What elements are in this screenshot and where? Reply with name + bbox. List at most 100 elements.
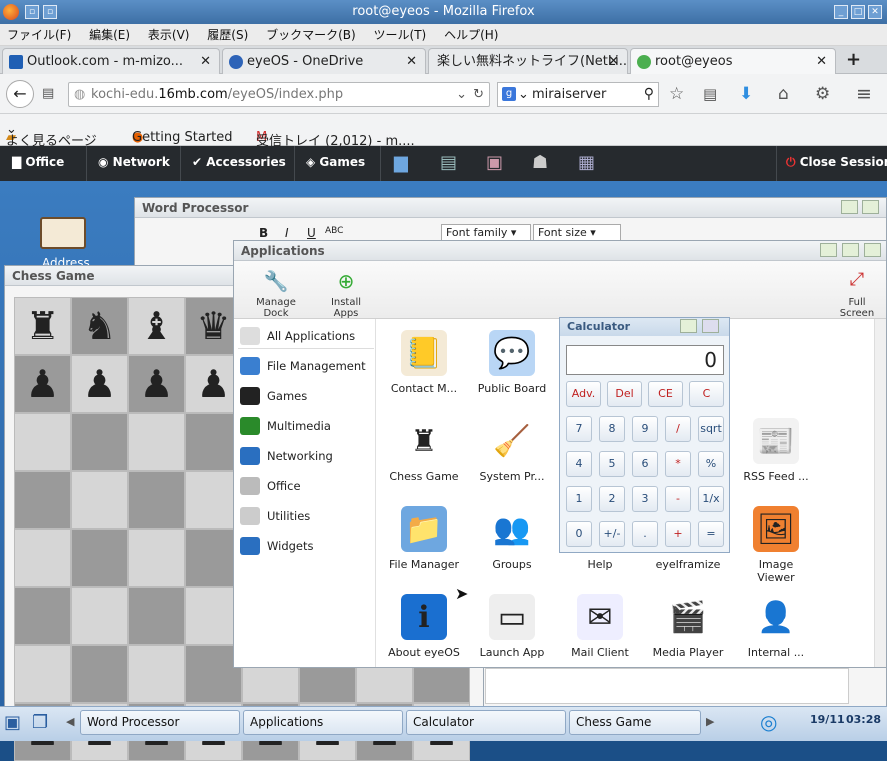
- tab-outlook[interactable]: Outlook.com - m-mizo... ✕: [2, 48, 220, 74]
- calc-key[interactable]: .: [632, 521, 658, 547]
- calc-key[interactable]: 4: [566, 451, 592, 477]
- category-utilities[interactable]: Utilities: [238, 503, 374, 529]
- minimize-button[interactable]: [680, 319, 697, 333]
- network-menu[interactable]: ◉ Network: [98, 146, 170, 181]
- chess-square[interactable]: ♝: [128, 297, 185, 355]
- calc-key[interactable]: 0: [566, 521, 592, 547]
- window-menu-icon[interactable]: ▫: [25, 5, 39, 19]
- close-button[interactable]: [864, 243, 881, 257]
- category-multimedia[interactable]: Multimedia: [238, 413, 374, 439]
- home-icon[interactable]: ⌂: [778, 84, 789, 104]
- minimize-button[interactable]: [841, 200, 858, 214]
- taskbar-item-calculator[interactable]: Calculator: [406, 710, 566, 735]
- chess-square[interactable]: [14, 413, 71, 471]
- chess-square[interactable]: [71, 413, 128, 471]
- app-file-manager[interactable]: 📁 File Manager: [380, 506, 468, 571]
- chess-square[interactable]: [14, 529, 71, 587]
- tab-netlife[interactable]: 楽しい無料ネットライフ(NetLi... ✕: [428, 48, 628, 74]
- menu-history[interactable]: 履歴(S): [200, 24, 255, 46]
- calc-key[interactable]: sqrt: [698, 416, 724, 442]
- search-icon[interactable]: ⚲: [644, 83, 654, 106]
- window-list-icon[interactable]: ❐: [32, 712, 48, 733]
- strike-button[interactable]: ABC: [325, 226, 343, 236]
- calc-key[interactable]: 5: [599, 451, 625, 477]
- app-internal[interactable]: 👤 Internal ...: [732, 594, 820, 659]
- minimize-button[interactable]: _: [834, 5, 848, 19]
- google-icon[interactable]: g: [502, 87, 516, 101]
- chess-square[interactable]: ♟: [14, 355, 71, 413]
- settings-panel-icon[interactable]: ▣: [486, 146, 503, 181]
- chess-square[interactable]: [14, 645, 71, 703]
- app-image-viewer[interactable]: 🖼 Image Viewer: [732, 506, 820, 584]
- users-icon[interactable]: ☗: [532, 146, 548, 181]
- maximize-button[interactable]: [842, 243, 859, 257]
- minimize-button[interactable]: [820, 243, 837, 257]
- calc-key[interactable]: CE: [648, 381, 683, 407]
- hamburger-menu-icon[interactable]: ≡: [856, 84, 872, 104]
- full-screen-button[interactable]: ⤢ Full Screen: [830, 269, 884, 319]
- app-groups[interactable]: 👥 Groups: [468, 506, 556, 571]
- menu-help[interactable]: ヘルプ(H): [437, 24, 505, 46]
- close-session-button[interactable]: ⏻ Close Session: [786, 146, 887, 181]
- category-all-applications[interactable]: All Applications: [238, 323, 374, 349]
- files-icon[interactable]: ▆: [394, 146, 408, 181]
- new-tab-icon[interactable]: +: [846, 49, 861, 70]
- calc-key[interactable]: +: [665, 521, 691, 547]
- underline-button[interactable]: U: [307, 226, 316, 240]
- calc-key[interactable]: %: [698, 451, 724, 477]
- window-shade-icon[interactable]: ▫: [43, 5, 57, 19]
- chess-square[interactable]: [128, 413, 185, 471]
- accessories-menu[interactable]: ✔ Accessories: [192, 146, 286, 181]
- calc-key[interactable]: 7: [566, 416, 592, 442]
- chess-square[interactable]: [71, 645, 128, 703]
- calc-key[interactable]: /: [665, 416, 691, 442]
- app-rss-feed[interactable]: 📰 RSS Feed ...: [732, 418, 820, 483]
- bookmark-frequent[interactable]: ▰ よく見るページ ⌄: [6, 122, 97, 149]
- calc-key[interactable]: 1/x: [698, 486, 724, 512]
- chess-square[interactable]: [71, 587, 128, 645]
- address-book-icon[interactable]: [40, 217, 86, 249]
- category-office[interactable]: Office: [238, 473, 374, 499]
- tab-close-icon[interactable]: ✕: [608, 49, 619, 74]
- scroll-left-icon[interactable]: ◀: [66, 715, 74, 728]
- calc-key[interactable]: 3: [632, 486, 658, 512]
- app-chess-game[interactable]: ♜ Chess Game: [380, 418, 468, 483]
- calc-key[interactable]: 6: [632, 451, 658, 477]
- app-about-eyeos[interactable]: ℹ About eyeOS: [380, 594, 468, 659]
- app-launch-app[interactable]: ▭ Launch App: [468, 594, 556, 659]
- menu-bookmarks[interactable]: ブックマーク(B): [259, 24, 363, 46]
- close-button[interactable]: ✕: [868, 5, 882, 19]
- search-engine-dropdown-icon[interactable]: ⌄: [518, 83, 529, 106]
- dropdown-icon[interactable]: ⌄: [456, 83, 467, 106]
- download-icon[interactable]: ⬇: [739, 84, 753, 104]
- bookmark-star-icon[interactable]: ☆: [669, 84, 684, 104]
- calc-key[interactable]: Adv.: [566, 381, 601, 407]
- chess-square[interactable]: [71, 471, 128, 529]
- tab-eyeos[interactable]: root@eyeos ✕: [630, 48, 836, 74]
- back-button[interactable]: ←: [6, 80, 34, 108]
- applications-titlebar[interactable]: Applications: [234, 241, 886, 261]
- category-games[interactable]: Games: [238, 383, 374, 409]
- chess-square[interactable]: [71, 529, 128, 587]
- tab-close-icon[interactable]: ✕: [406, 49, 417, 74]
- calc-key[interactable]: 1: [566, 486, 592, 512]
- calc-key[interactable]: 8: [599, 416, 625, 442]
- word-processor-titlebar[interactable]: Word Processor: [135, 198, 886, 218]
- calc-key[interactable]: 2: [599, 486, 625, 512]
- app-contact-m[interactable]: 📒 Contact M...: [380, 330, 468, 395]
- bold-button[interactable]: B: [259, 226, 268, 240]
- menu-tools[interactable]: ツール(T): [367, 24, 434, 46]
- menu-view[interactable]: 表示(V): [141, 24, 197, 46]
- show-desktop-icon[interactable]: ▣: [4, 712, 21, 733]
- chess-square[interactable]: ♟: [128, 355, 185, 413]
- chess-square[interactable]: [128, 529, 185, 587]
- tab-onedrive[interactable]: eyeOS - OneDrive ✕: [222, 48, 426, 74]
- taskbar-item-applications[interactable]: Applications: [243, 710, 403, 735]
- eyeos-logo-icon[interactable]: ◎: [760, 710, 777, 734]
- chess-square[interactable]: [14, 471, 71, 529]
- apps-scrollbar[interactable]: [874, 319, 886, 667]
- calendar-icon[interactable]: ▦: [578, 146, 595, 181]
- chess-square[interactable]: ♟: [71, 355, 128, 413]
- menu-edit[interactable]: 編集(E): [82, 24, 137, 46]
- maximize-button[interactable]: [702, 319, 719, 333]
